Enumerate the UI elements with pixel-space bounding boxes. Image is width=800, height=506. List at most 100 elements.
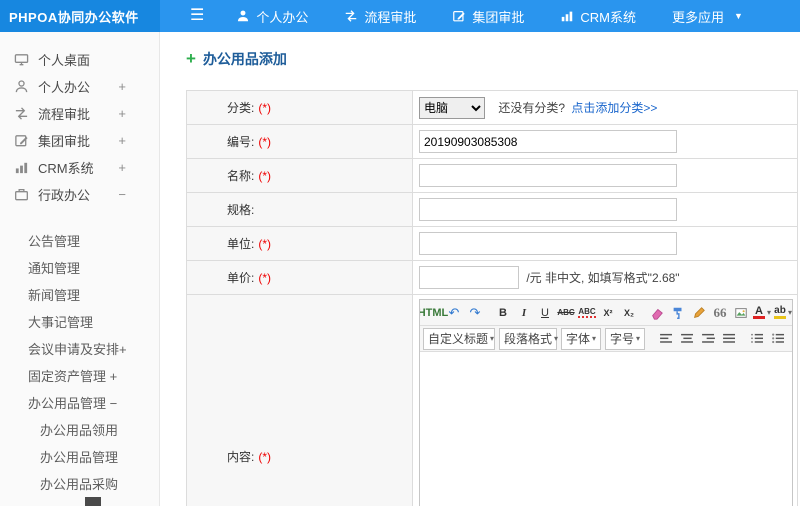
expand-icon[interactable]: + — [118, 160, 126, 175]
topbar: PHPOA协同办公软件 ☰ 个人办公 流程审批 集团审批 CRM系统 更多应用 … — [0, 0, 800, 32]
price-label: 单价: (*) — [186, 260, 413, 295]
sidebar-subitem[interactable]: 办公用品领用 — [0, 417, 159, 444]
sidebar-item-process-approval[interactable]: 流程审批 + — [0, 100, 159, 127]
sidebar: 个人桌面 个人办公 + 流程审批 + 集团审批 + CRM系统 + 行政办公 −… — [0, 32, 160, 506]
align-right-icon[interactable] — [698, 329, 718, 349]
edit-icon — [452, 9, 466, 23]
underline-button[interactable]: U — [535, 303, 555, 323]
align-justify-icon[interactable] — [719, 329, 739, 349]
caret-down-icon: ▾ — [636, 334, 641, 343]
edit-icon — [14, 133, 29, 148]
unit-input[interactable] — [419, 232, 677, 255]
sidebar-subitem[interactable]: 办公用品管理 − — [0, 390, 159, 417]
font-size-dropdown[interactable]: 字号 ▾ — [605, 327, 646, 350]
required-mark: (*) — [258, 449, 272, 464]
source-code-button[interactable]: HTML — [420, 303, 448, 323]
code-input[interactable] — [419, 130, 677, 153]
nav-group-approval[interactable]: 集团审批 — [452, 7, 524, 26]
expand-icon[interactable]: + — [118, 106, 126, 121]
chart-icon — [14, 160, 29, 175]
align-left-icon[interactable] — [656, 329, 676, 349]
format-brush-icon[interactable] — [668, 303, 688, 323]
required-mark: (*) — [258, 237, 272, 251]
bold-button[interactable]: B — [493, 303, 513, 323]
sidebar-subitem[interactable]: 新闻管理 — [0, 282, 159, 309]
ordered-list-icon[interactable] — [747, 329, 767, 349]
font-family-dropdown[interactable]: 字体 ▾ — [561, 327, 602, 350]
sidebar-subitem[interactable]: 会议申请及安排+ — [0, 336, 159, 363]
blockquote-button[interactable]: 66 — [710, 303, 730, 323]
required-mark: (*) — [258, 169, 272, 183]
spec-label: 规格: — [186, 192, 413, 227]
pencil-icon[interactable] — [689, 303, 709, 323]
expand-icon[interactable]: + — [118, 79, 126, 94]
price-suffix: /元 非中文, 如填写格式"2.68" — [526, 270, 680, 285]
sidebar-subitem[interactable]: 通知管理 — [0, 255, 159, 282]
sidebar-scrollbar-thumb[interactable] — [85, 497, 101, 506]
caret-down-icon: ▾ — [554, 334, 559, 343]
nav-personal-office[interactable]: 个人办公 — [236, 7, 308, 26]
font-color-button[interactable]: A ▾ — [752, 303, 772, 323]
caret-down-icon: ▼ — [734, 11, 743, 21]
editor-toolbar-row2: 自定义标题 ▾ 段落格式 ▾ 字体 ▾ 字号 ▾ — [420, 326, 792, 352]
indent-icon[interactable] — [789, 329, 792, 349]
add-category-link[interactable]: 点击添加分类>> — [571, 101, 657, 115]
unit-label: 单位: (*) — [186, 226, 413, 261]
sidebar-subitem[interactable]: 办公用品管理 — [0, 444, 159, 471]
name-label: 名称: (*) — [186, 158, 413, 193]
heading-dropdown[interactable]: 自定义标题 ▾ — [423, 327, 495, 350]
briefcase-icon — [14, 187, 29, 202]
required-mark: (*) — [258, 101, 272, 115]
sidebar-item-crm[interactable]: CRM系统 + — [0, 154, 159, 181]
name-input[interactable] — [419, 164, 677, 187]
rich-text-editor: HTML ↶ ↷ B I U ABC ABC X² X₂ 66 A ▾ ab ▾… — [419, 299, 793, 506]
sidebar-subitem[interactable]: 办公用品采购 — [0, 471, 159, 498]
editor-content-area[interactable] — [420, 352, 792, 506]
sidebar-item-desktop[interactable]: 个人桌面 — [0, 46, 159, 73]
sidebar-item-group-approval[interactable]: 集团审批 + — [0, 127, 159, 154]
caret-down-icon: ▾ — [788, 308, 792, 317]
category-label: 分类: (*) — [186, 90, 413, 125]
add-icon: + — [186, 49, 196, 68]
sidebar-item-personal-office[interactable]: 个人办公 + — [0, 73, 159, 100]
collapse-icon[interactable]: − — [118, 187, 126, 202]
caret-down-icon: ▾ — [490, 334, 495, 343]
paragraph-format-dropdown[interactable]: 段落格式 ▾ — [499, 327, 559, 350]
desktop-icon — [14, 52, 29, 67]
form-row-category: 分类: (*) 电脑 还没有分类? 点击添加分类>> — [186, 90, 798, 125]
image-icon[interactable] — [731, 303, 751, 323]
expand-icon[interactable]: + — [118, 133, 126, 148]
supplies-add-form: 分类:(*) 电脑 还没有分类? 点击添加分类>> 编号:(*) 名称:(*) … — [186, 90, 798, 506]
category-select[interactable]: 电脑 — [419, 96, 485, 119]
caret-down-icon: ▾ — [767, 308, 772, 317]
nav-crm[interactable]: CRM系统 — [560, 7, 636, 26]
spec-input[interactable] — [419, 198, 677, 221]
align-center-icon[interactable] — [677, 329, 697, 349]
price-input[interactable] — [419, 266, 519, 289]
superscript-button[interactable]: X² — [598, 303, 618, 323]
nav-more-apps[interactable]: 更多应用 ▼ — [672, 7, 743, 26]
person-icon — [236, 9, 250, 23]
form-row-content: 内容: (*) HTML ↶ ↷ B I U ABC ABC X² X₂ 66 … — [186, 294, 798, 506]
sidebar-subitem[interactable]: 固定资产管理 + — [0, 363, 159, 390]
editor-toolbar-row1: HTML ↶ ↷ B I U ABC ABC X² X₂ 66 A ▾ ab ▾ — [420, 300, 792, 326]
form-row-spec: 规格: — [186, 192, 798, 227]
unordered-list-icon[interactable] — [768, 329, 788, 349]
sidebar-subitem[interactable]: 公告管理 — [0, 228, 159, 255]
highlight-color-button[interactable]: ab ▾ — [773, 303, 792, 323]
eraser-icon[interactable] — [647, 303, 667, 323]
sidebar-subitem[interactable]: 大事记管理 — [0, 309, 159, 336]
subscript-button[interactable]: X₂ — [619, 303, 639, 323]
redo-button[interactable]: ↷ — [465, 303, 485, 323]
remove-format-button[interactable]: ABC — [577, 303, 597, 323]
italic-button[interactable]: I — [514, 303, 534, 323]
menu-toggle-icon[interactable]: ☰ — [190, 0, 204, 32]
undo-button[interactable]: ↶ — [444, 303, 464, 323]
strikethrough-button[interactable]: ABC — [556, 303, 576, 323]
code-label: 编号: (*) — [186, 124, 413, 159]
nav-process-approval[interactable]: 流程审批 — [344, 7, 416, 26]
main-content: + 办公用品添加 分类: (*) 电脑 还没有分类? 点击添加分类>> 编号: (*… — [160, 32, 800, 506]
sidebar-item-admin-office[interactable]: 行政办公 − — [0, 181, 159, 208]
app-logo[interactable]: PHPOA协同办公软件 — [0, 0, 160, 32]
chart-icon — [560, 9, 574, 23]
